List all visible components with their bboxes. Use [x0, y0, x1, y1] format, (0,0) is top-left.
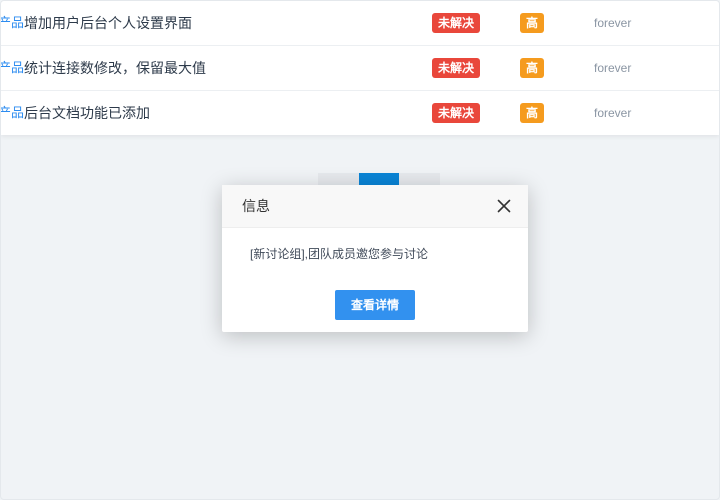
- issue-time: forever: [594, 16, 632, 30]
- issue-title[interactable]: 后台文档功能已添加: [24, 91, 150, 135]
- project-tag[interactable]: 产品: [1, 91, 24, 135]
- dialog-title: 信息: [242, 198, 270, 214]
- priority-badge: 高: [520, 58, 544, 78]
- info-dialog: 信息 [新讨论组],团队成员邀您参与讨论 查看详情: [222, 185, 528, 332]
- view-details-button[interactable]: 查看详情: [335, 290, 415, 320]
- project-tag[interactable]: 产品: [1, 46, 24, 90]
- issue-title[interactable]: 增加用户后台个人设置界面: [24, 1, 192, 45]
- close-icon[interactable]: [496, 198, 512, 214]
- dialog-message: [新讨论组],团队成员邀您参与讨论: [250, 247, 429, 261]
- dialog-header: 信息: [222, 185, 528, 228]
- project-tag[interactable]: 产品: [1, 1, 24, 45]
- table-row[interactable]: 产品 统计连接数修改，保留最大值 未解决 高 forever: [1, 46, 719, 91]
- table-row[interactable]: 产品 后台文档功能已添加 未解决 高 forever: [1, 91, 719, 135]
- status-badge: 未解决: [432, 13, 481, 33]
- priority-badge: 高: [520, 103, 544, 123]
- table-row[interactable]: 产品 增加用户后台个人设置界面 未解决 高 forever: [1, 1, 719, 46]
- status-badge: 未解决: [432, 58, 481, 78]
- status-badge: 未解决: [432, 103, 481, 123]
- issue-table: 产品 增加用户后台个人设置界面 未解决 高 forever 产品 统计连接数修改…: [1, 1, 719, 135]
- page-frame: 产品 增加用户后台个人设置界面 未解决 高 forever 产品 统计连接数修改…: [0, 0, 720, 500]
- issue-time: forever: [594, 106, 632, 120]
- priority-badge: 高: [520, 13, 544, 33]
- issue-time: forever: [594, 61, 632, 75]
- issue-title[interactable]: 统计连接数修改，保留最大值: [24, 46, 206, 90]
